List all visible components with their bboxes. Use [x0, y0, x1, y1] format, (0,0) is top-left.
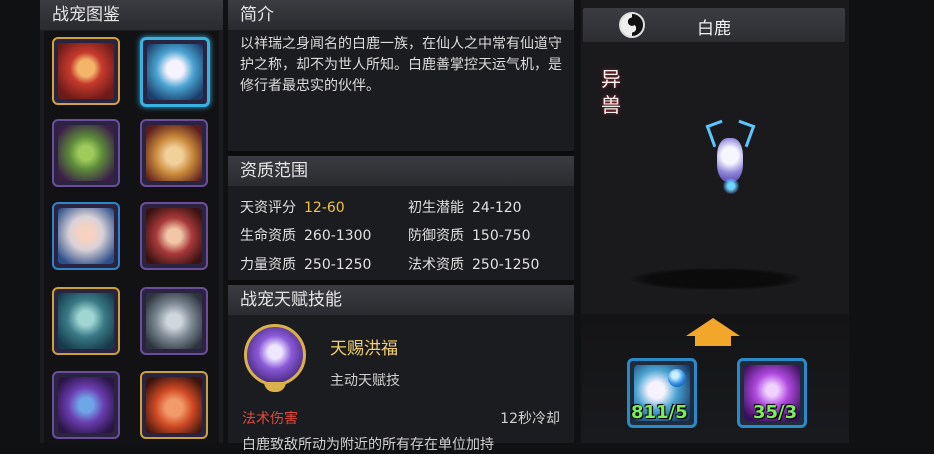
aptitude-value: 24-120 [472, 200, 522, 216]
pet-portrait [146, 208, 202, 264]
intro-text: 以祥瑞之身闻名的白鹿一族，在仙人之中常有仙道守护之称，却不为世人所知。白鹿善掌控… [240, 36, 562, 94]
aptitude-key: 天资评分 [240, 200, 296, 216]
pet-card-white-deer[interactable] [140, 37, 210, 107]
pet-card-red-hair-girl[interactable] [140, 202, 208, 270]
skill-type: 主动天赋技 [330, 373, 400, 389]
aptitude-row-1b: 初生潜能 24-120 [408, 197, 522, 217]
skill-icon-base [264, 382, 286, 392]
pet-shadow [631, 268, 801, 290]
pet-list-panel: 战宠图鉴 [40, 0, 223, 443]
pet-portrait [146, 293, 202, 349]
aptitude-value: 260-1300 [304, 228, 372, 244]
skills-title: 战宠天赋技能 [228, 285, 574, 315]
pet-portrait [58, 293, 114, 349]
aptitude-key: 初生潜能 [408, 200, 464, 216]
info-panel: 简介 以祥瑞之身闻名的白鹿一族，在仙人之中常有仙道守护之称，却不为世人所知。白鹿… [228, 0, 574, 453]
pet-portrait [146, 377, 202, 433]
skill-description: 白鹿致敌所动为附近的所有存在单位加持 [242, 437, 494, 453]
pet-portrait [147, 44, 203, 100]
pet-tag: 异兽 [601, 67, 621, 117]
pet-model-glow [723, 178, 739, 194]
skill-cooldown: 12秒冷却 [500, 411, 560, 427]
water-drop-icon [668, 369, 686, 387]
aptitude-value: 12-60 [304, 200, 345, 216]
pet-model [701, 118, 761, 200]
aptitude-key: 防御资质 [408, 228, 464, 244]
up-arrow-icon [686, 318, 740, 336]
aptitude-row-2b: 防御资质 150-750 [408, 225, 531, 245]
pet-model-body [717, 138, 743, 182]
skill-icon[interactable] [244, 324, 306, 394]
skill-damage-type: 法术伤害 [242, 411, 298, 427]
aptitude-row-3b: 法术资质 250-1250 [408, 254, 539, 274]
pet-detail-panel: 白鹿 异兽 811/5 35/3 [581, 0, 849, 443]
aptitude-row-1: 天资评分 12-60 [240, 197, 345, 217]
aptitude-row-3: 力量资质 250-1250 [240, 254, 371, 274]
pet-portrait [146, 125, 202, 181]
item-count: 811/5 [631, 402, 688, 423]
pet-portrait [58, 125, 114, 181]
aptitude-value: 250-1250 [472, 257, 540, 273]
aptitude-key: 生命资质 [240, 228, 296, 244]
pet-card-fish-spirit[interactable] [52, 287, 120, 355]
pet-card-green-goblin[interactable] [52, 119, 120, 187]
pet-name: 白鹿 [697, 19, 731, 39]
pet-name-bar: 白鹿 [583, 8, 845, 42]
aptitude-key: 力量资质 [240, 257, 296, 273]
item-count: 35/3 [753, 402, 798, 423]
pet-portrait [58, 377, 114, 433]
pet-card-dog-warrior[interactable] [140, 119, 208, 187]
aptitude-key: 法术资质 [408, 257, 464, 273]
skill-name: 天赐洪福 [330, 339, 398, 359]
pet-list-title: 战宠图鉴 [40, 0, 223, 30]
pet-card-red-lantern[interactable] [140, 371, 208, 439]
aptitude-value: 150-750 [472, 228, 531, 244]
aptitude-value: 250-1250 [304, 257, 372, 273]
intro-title: 简介 [228, 0, 574, 30]
aptitude-title: 资质范围 [228, 156, 574, 186]
up-arrow-icon-bar [695, 336, 731, 346]
pet-card-purple-squid[interactable] [52, 371, 120, 439]
skill-icon-frame [244, 324, 306, 386]
aptitude-row-2: 生命资质 260-1300 [240, 225, 371, 245]
pet-card-red-demon[interactable] [52, 37, 120, 105]
pet-portrait [58, 208, 114, 264]
pet-card-white-hair-girl[interactable] [52, 202, 120, 270]
pet-portrait [58, 43, 114, 99]
pet-card-grey-beast[interactable] [140, 287, 208, 355]
